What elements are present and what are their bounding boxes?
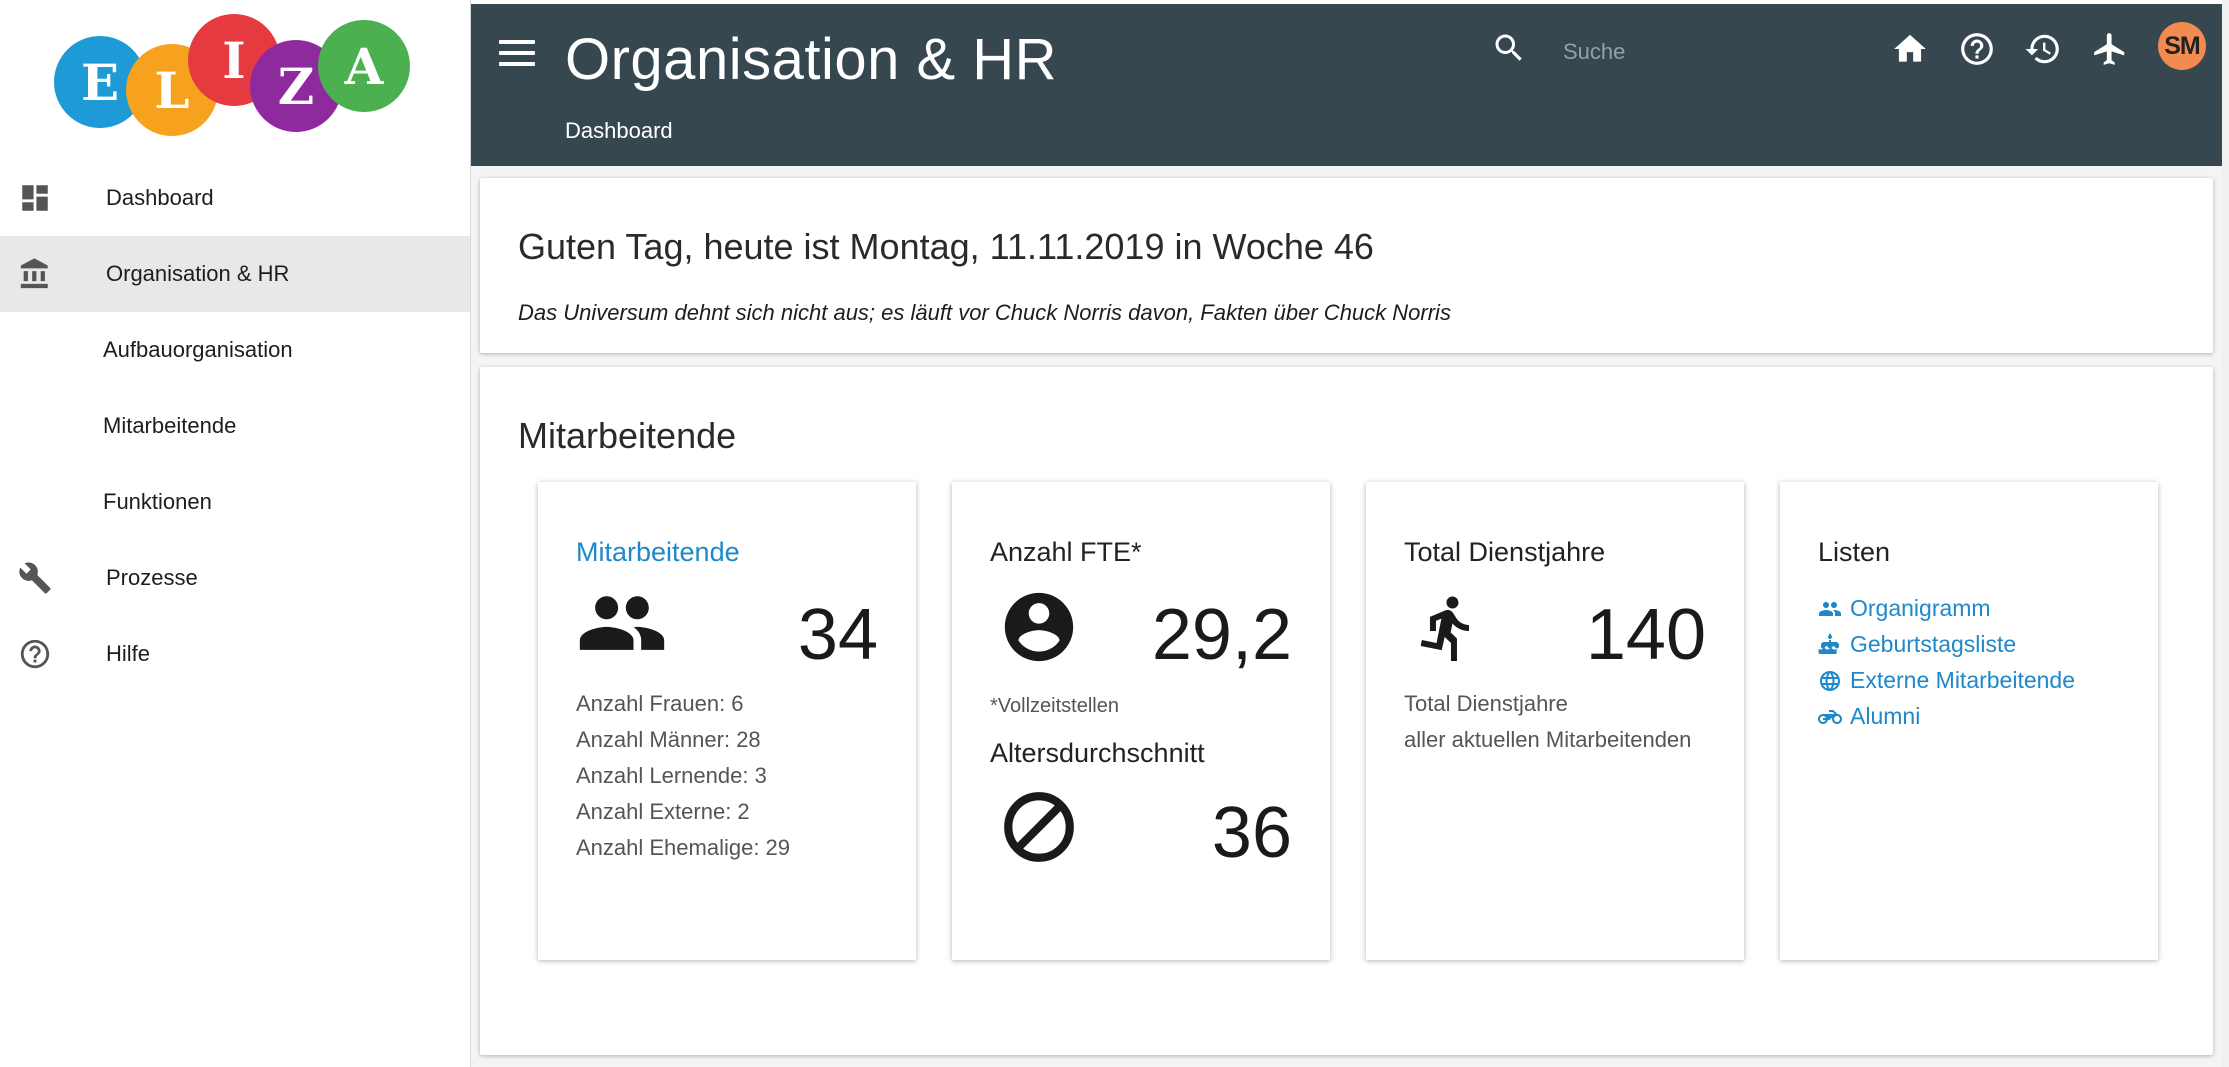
people-icon xyxy=(1819,601,1841,616)
detail-external: Anzahl Externe: 2 xyxy=(576,799,750,824)
detail-women: Anzahl Frauen: 6 xyxy=(576,691,744,716)
link-label: Organigramm xyxy=(1850,595,1991,621)
dashboard-icon xyxy=(22,185,48,211)
search-icon[interactable] xyxy=(1491,30,1527,66)
cake-icon xyxy=(1818,632,1839,654)
fte-note: *Vollzeitstellen xyxy=(990,695,1119,717)
service-years-value: 140 xyxy=(1585,595,1706,675)
service-desc-line1: Total Dienstjahre xyxy=(1404,691,1568,716)
employees-card: Mitarbeitende 34 Anzahl Frauen: 6 Anzahl… xyxy=(538,482,916,960)
help-icon[interactable] xyxy=(1958,30,1996,68)
lists-card: Listen Organigramm Geburtstagsliste Exte… xyxy=(1780,482,2158,960)
logo-letter-a: A xyxy=(318,20,410,112)
sidebar-item-label: Funktionen xyxy=(103,489,212,514)
link-alumni[interactable]: Alumni xyxy=(1818,703,1920,730)
sidebar-item-label: Prozesse xyxy=(106,565,198,590)
fte-value: 29,2 xyxy=(1151,595,1292,675)
employees-link[interactable]: Mitarbeitende xyxy=(576,537,740,568)
detail-former: Anzahl Ehemalige: 29 xyxy=(576,835,791,860)
service-title: Total Dienstjahre xyxy=(1404,537,1606,567)
link-label: Alumni xyxy=(1850,703,1921,729)
breadcrumb[interactable]: Dashboard xyxy=(565,118,673,144)
greeting-card: Guten Tag, heute ist Montag, 11.11.2019 … xyxy=(480,178,2213,353)
people-icon xyxy=(579,596,665,650)
service-years-card: Total Dienstjahre 140 Total Dienstjahre … xyxy=(1366,482,1744,960)
sidebar-item-prozesse[interactable]: Prozesse xyxy=(0,540,470,616)
user-avatar[interactable]: SM xyxy=(2158,22,2206,70)
age-value: 36 xyxy=(1211,793,1292,873)
sidebar-item-label: Organisation & HR xyxy=(106,261,290,286)
main-content: Guten Tag, heute ist Montag, 11.11.2019 … xyxy=(471,166,2229,1067)
page-scrollbar[interactable] xyxy=(2222,0,2229,1067)
help-circle-icon xyxy=(20,639,50,669)
wrench-icon xyxy=(19,562,51,594)
account-circle-icon xyxy=(1004,592,1074,662)
link-organigramm[interactable]: Organigramm xyxy=(1818,595,1991,622)
link-geburtstagsliste[interactable]: Geburtstagsliste xyxy=(1818,631,2016,658)
sidebar-item-hilfe[interactable]: Hilfe xyxy=(0,616,470,692)
sidebar-item-funktionen[interactable]: Funktionen xyxy=(0,464,470,540)
airplane-icon[interactable] xyxy=(2091,30,2129,68)
sidebar: E L I Z A Dashboard Organisation & HR Au… xyxy=(0,0,471,1067)
motorcycle-icon xyxy=(1818,709,1842,724)
service-desc-line2: aller aktuellen Mitarbeitenden xyxy=(1404,727,1692,752)
link-externe-mitarbeitende[interactable]: Externe Mitarbeitende xyxy=(1818,667,2075,694)
lists-title: Listen xyxy=(1818,537,1891,567)
fte-title: Anzahl FTE* xyxy=(990,537,1142,567)
hamburger-menu-button[interactable] xyxy=(499,40,535,70)
employees-count: 34 xyxy=(797,595,878,675)
history-icon[interactable] xyxy=(2024,30,2062,68)
search-input[interactable] xyxy=(1561,32,1865,72)
running-person-icon xyxy=(1420,596,1469,661)
greeting-title: Guten Tag, heute ist Montag, 11.11.2019 … xyxy=(518,226,1374,267)
sidebar-item-aufbauorganisation[interactable]: Aufbauorganisation xyxy=(0,312,470,388)
average-icon xyxy=(1004,792,1074,862)
bank-icon xyxy=(20,258,48,289)
sidebar-item-mitarbeitende[interactable]: Mitarbeitende xyxy=(0,388,470,464)
globe-icon xyxy=(1820,670,1840,691)
detail-apprentices: Anzahl Lernende: 3 xyxy=(576,763,767,788)
app-header: Organisation & HR Dashboard SM xyxy=(471,4,2222,166)
sidebar-item-label: Dashboard xyxy=(106,185,214,210)
sidebar-nav: Dashboard Organisation & HR Aufbauorgani… xyxy=(0,160,470,692)
link-label: Externe Mitarbeitende xyxy=(1850,667,2076,693)
link-label: Geburtstagsliste xyxy=(1850,631,2017,657)
sidebar-item-label: Mitarbeitende xyxy=(103,413,237,438)
staff-section: Mitarbeitende Mitarbeitende 34 Anzahl Fr… xyxy=(480,367,2213,1055)
detail-men: Anzahl Männer: 28 xyxy=(576,727,761,752)
sidebar-item-label: Aufbauorganisation xyxy=(103,337,293,362)
sidebar-item-dashboard[interactable]: Dashboard xyxy=(0,160,470,236)
home-icon[interactable] xyxy=(1891,30,1929,68)
page-title: Organisation & HR xyxy=(565,27,1058,92)
age-title: Altersdurchschnitt xyxy=(990,738,1205,768)
sidebar-item-label: Hilfe xyxy=(106,641,151,666)
greeting-quote: Das Universum dehnt sich nicht aus; es l… xyxy=(518,300,1451,325)
fte-card: Anzahl FTE* 29,2 *Vollzeitstellen Alters… xyxy=(952,482,1330,960)
sidebar-item-organisation-hr[interactable]: Organisation & HR xyxy=(0,236,470,312)
eliza-logo[interactable]: E L I Z A xyxy=(50,14,420,136)
section-title: Mitarbeitende xyxy=(518,415,737,456)
